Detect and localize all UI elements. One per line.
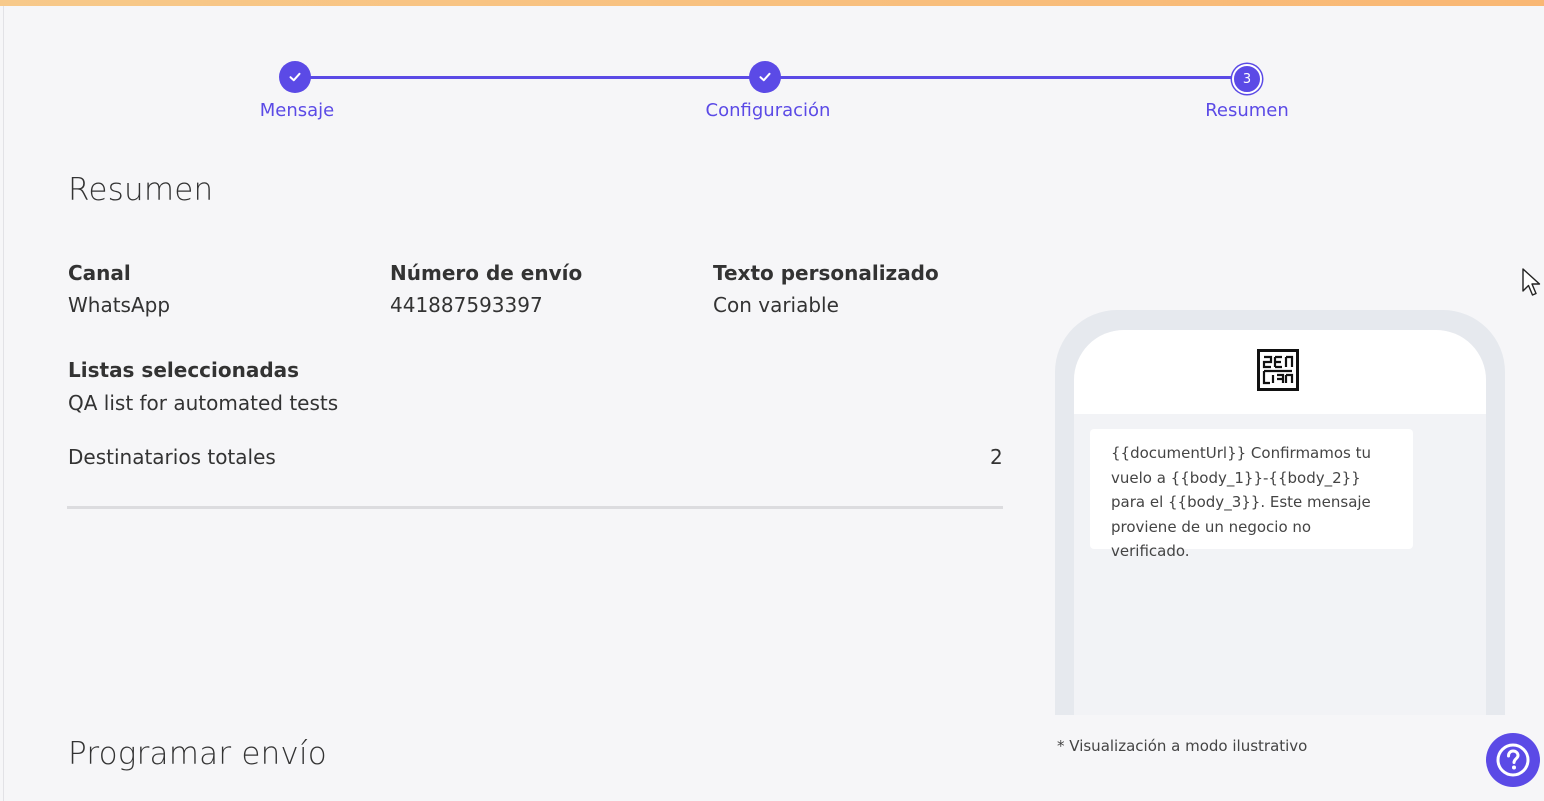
texto-personalizado-value: Con variable xyxy=(713,293,839,317)
message-text: {{documentUrl}} Confirmamos tu vuelo a {… xyxy=(1111,444,1372,560)
step-3-circle: 3 xyxy=(1232,64,1262,94)
step-3-number: 3 xyxy=(1242,71,1252,87)
listas-value: QA list for automated tests xyxy=(68,391,339,415)
message-bubble: {{documentUrl}} Confirmamos tu vuelo a {… xyxy=(1090,429,1413,560)
summary-divider xyxy=(67,506,1003,509)
top-accent-bar xyxy=(0,0,1544,6)
left-border xyxy=(3,6,4,801)
help-button[interactable] xyxy=(1486,733,1540,787)
brand-logo-icon xyxy=(1257,349,1299,391)
question-mark-icon xyxy=(1496,743,1530,777)
step-1-label[interactable]: Mensaje xyxy=(260,100,335,121)
numero-envio-label: Número de envío xyxy=(390,261,583,285)
preview-disclaimer: * Visualización a modo ilustrativo xyxy=(1057,737,1308,755)
stepper-line-2 xyxy=(765,76,1247,79)
stepper-line-1 xyxy=(295,76,765,79)
phone-screen: {{documentUrl}} Confirmamos tu vuelo a {… xyxy=(1074,330,1486,715)
check-icon xyxy=(289,72,301,82)
phone-header xyxy=(1074,330,1486,414)
destinatarios-value: 2 xyxy=(990,445,1003,469)
schedule-title: Programar envío xyxy=(68,736,327,772)
step-1-circle[interactable] xyxy=(279,61,311,93)
destinatarios-label: Destinatarios totales xyxy=(68,445,276,469)
step-3-label: Resumen xyxy=(1205,100,1289,121)
numero-envio-value: 441887593397 xyxy=(390,293,543,317)
mouse-pointer-icon xyxy=(1522,268,1541,296)
canal-label: Canal xyxy=(68,261,131,285)
step-2-label[interactable]: Configuración xyxy=(706,100,831,121)
texto-personalizado-label: Texto personalizado xyxy=(713,261,939,285)
check-icon xyxy=(759,72,771,82)
step-2-circle[interactable] xyxy=(749,61,781,93)
summary-title: Resumen xyxy=(68,172,214,208)
canal-value: WhatsApp xyxy=(68,293,171,317)
listas-label: Listas seleccionadas xyxy=(68,358,300,382)
